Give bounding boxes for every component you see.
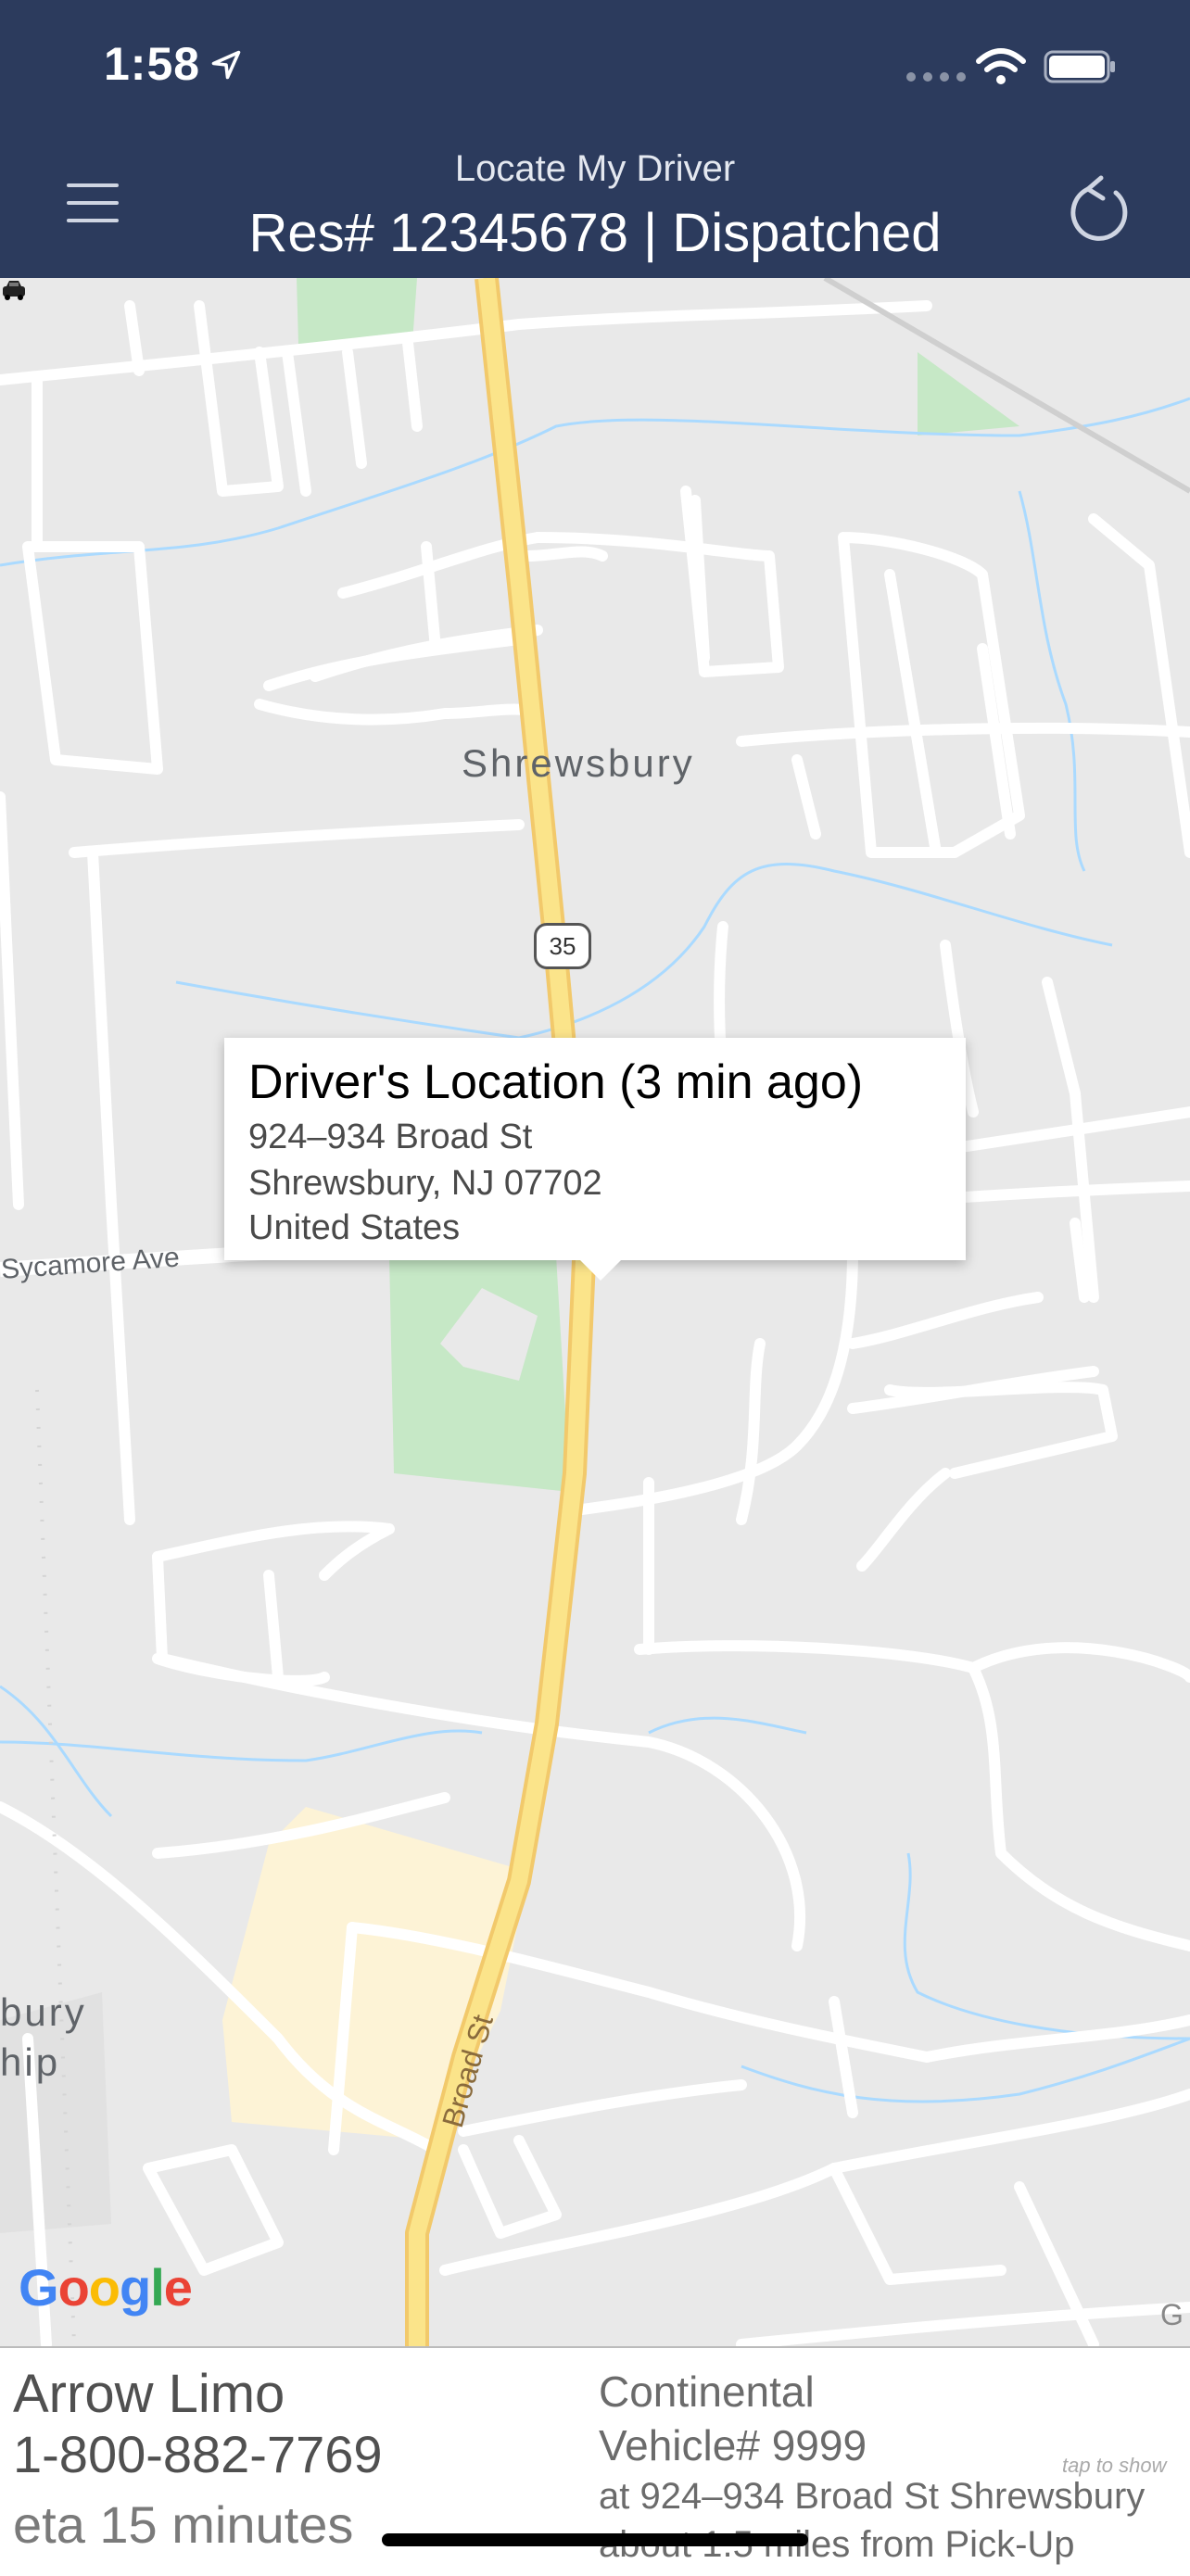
company-phone-link[interactable]: 1-800-882-7769 xyxy=(13,2424,383,2484)
map-label-partial: bury xyxy=(0,1990,87,2034)
callout-title: Driver's Location (3 min ago) xyxy=(248,1055,864,1109)
home-indicator[interactable] xyxy=(382,2533,808,2546)
callout-address-line: 924–934 Broad St xyxy=(248,1118,533,1156)
map-canvas xyxy=(0,278,1190,2346)
tap-to-show-hint[interactable]: tap to show xyxy=(1062,2454,1167,2478)
vehicle-model: Continental xyxy=(599,2368,815,2416)
header-subtitle: Locate My Driver xyxy=(454,148,736,189)
map-label-town: Shrewsbury xyxy=(462,741,695,785)
callout-address-line: United States xyxy=(248,1208,461,1247)
map-corner-glyph: G xyxy=(1160,2298,1184,2331)
car-marker-icon[interactable] xyxy=(0,278,28,302)
refresh-icon[interactable] xyxy=(1068,169,1134,245)
vehicle-number: Vehicle# 9999 xyxy=(599,2421,867,2469)
map-view[interactable]: Shrewsbury bury hip Sycamore Ave Broad S… xyxy=(0,278,1190,2346)
location-arrow-icon xyxy=(211,50,241,80)
company-name: Arrow Limo xyxy=(13,2364,285,2424)
callout-address-line: Shrewsbury, NJ 07702 xyxy=(248,1164,602,1203)
page-title: Res# 12345678 | Dispatched xyxy=(248,203,942,263)
cellular-signal-icon xyxy=(906,72,966,82)
map-label-partial: hip xyxy=(0,2040,61,2084)
battery-icon xyxy=(1044,50,1115,83)
wifi-icon xyxy=(976,48,1026,84)
eta-text: eta 15 minutes xyxy=(13,2495,354,2554)
route-shield: 35 xyxy=(534,923,591,969)
driver-location-callout[interactable]: Driver's Location (3 min ago) 924–934 Br… xyxy=(224,1038,966,1281)
vehicle-location: at 924–934 Broad St Shrewsbury xyxy=(599,2476,1146,2517)
top-nav-bar: 1:58 Locate My Driver Res# 12345678 | Di… xyxy=(0,0,1190,278)
google-logo: Google xyxy=(19,2258,193,2317)
status-time: 1:58 xyxy=(104,38,201,90)
